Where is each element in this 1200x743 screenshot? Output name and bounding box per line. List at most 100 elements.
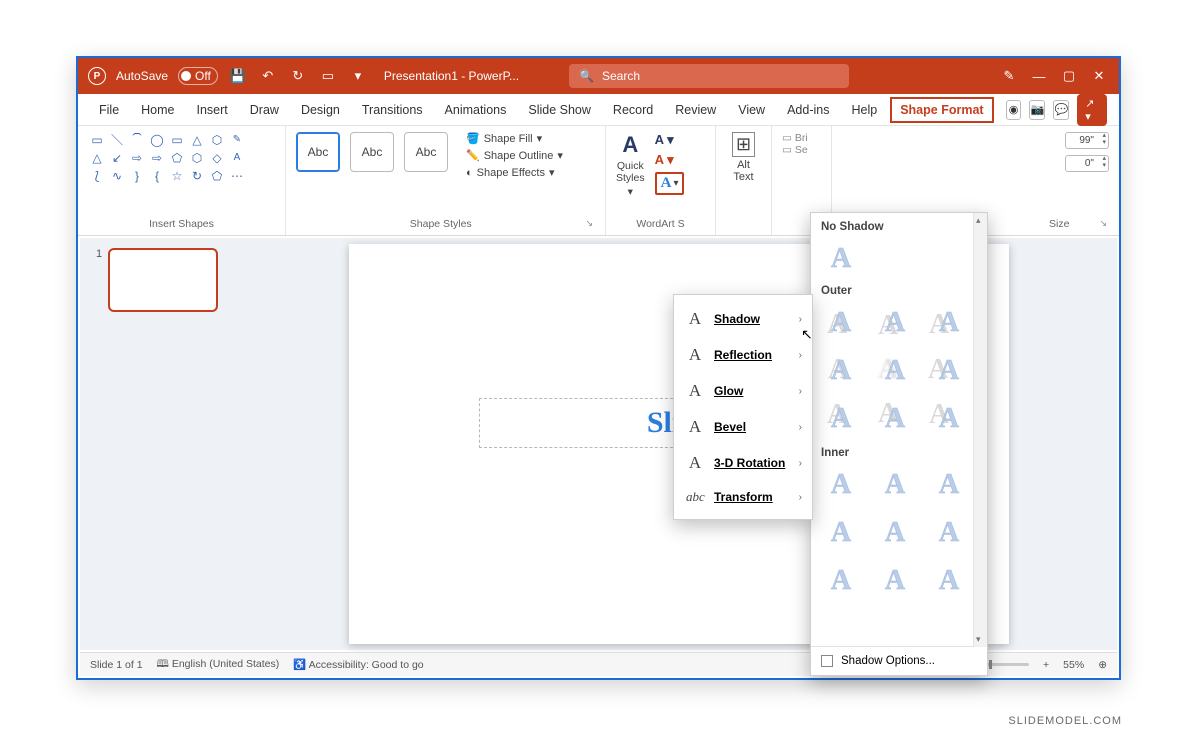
send-backward-button[interactable]: ▭ Se bbox=[782, 144, 821, 156]
app-window: P AutoSave Off 💾 ↶ ↻ ▭ ▾ Presentation1 -… bbox=[76, 56, 1121, 680]
inner-shadow-swatch[interactable]: A bbox=[875, 561, 915, 601]
inner-shadow-swatch[interactable]: A bbox=[821, 561, 861, 601]
text-effects-icon: A bbox=[661, 175, 672, 192]
submenu-3d-rotation[interactable]: A3-D Rotation› bbox=[674, 445, 812, 481]
shape-style-1[interactable]: Abc bbox=[296, 132, 340, 172]
comments-icon[interactable]: 💬 bbox=[1053, 100, 1069, 120]
quick-styles-button[interactable]: A Quick Styles▾ bbox=[616, 132, 645, 198]
inner-shadow-swatch[interactable]: A bbox=[929, 513, 969, 553]
group-label-shape-styles: Shape Styles bbox=[296, 218, 585, 233]
pen-icon[interactable]: ✎ bbox=[999, 68, 1019, 84]
outer-shadow-swatch[interactable]: A bbox=[875, 351, 915, 391]
record-button-icon[interactable]: ◉ bbox=[1006, 100, 1022, 120]
shape-style-3[interactable]: Abc bbox=[404, 132, 448, 172]
submenu-shadow[interactable]: AShadow› bbox=[674, 301, 812, 337]
inner-shadow-swatch[interactable]: A bbox=[875, 465, 915, 505]
slide-thumbnails-pane[interactable]: 1 bbox=[80, 238, 240, 650]
text-outline-button[interactable]: A ▾ bbox=[655, 152, 685, 168]
flyout-scrollbar[interactable] bbox=[973, 213, 987, 647]
inner-shadow-swatch[interactable]: A bbox=[929, 561, 969, 601]
mouse-cursor-icon: ↖ bbox=[801, 326, 813, 343]
shape-outline-button[interactable]: ✏️Shape Outline ▾ bbox=[466, 149, 563, 162]
zoom-in-icon[interactable]: + bbox=[1043, 659, 1049, 671]
tab-animations[interactable]: Animations bbox=[436, 97, 516, 123]
bucket-icon: 🪣 bbox=[466, 132, 480, 145]
tab-draw[interactable]: Draw bbox=[241, 97, 288, 123]
minimize-icon[interactable]: — bbox=[1029, 69, 1049, 84]
fit-to-window-icon[interactable]: ⊕ bbox=[1098, 659, 1107, 671]
shape-styles-launcher-icon[interactable]: ↘ bbox=[585, 218, 595, 233]
text-fill-button[interactable]: A ▾ bbox=[655, 132, 685, 148]
undo-icon[interactable]: ↶ bbox=[258, 68, 278, 84]
submenu-reflection[interactable]: AReflection› bbox=[674, 337, 812, 373]
shape-fill-button[interactable]: 🪣Shape Fill ▾ bbox=[466, 132, 563, 145]
bevel-icon: A bbox=[686, 417, 704, 437]
inner-shadow-swatch[interactable]: A bbox=[929, 465, 969, 505]
submenu-glow[interactable]: AGlow› bbox=[674, 373, 812, 409]
size-launcher-icon[interactable]: ↘ bbox=[1099, 218, 1109, 233]
redo-icon[interactable]: ↻ bbox=[288, 68, 308, 84]
shapes-gallery[interactable]: ▭＼⏠◯▭△⬡✎ △↙⇨⇨⬠⬡◇A ⟅∿}{☆↻⬠⋯ bbox=[88, 132, 275, 184]
shadow-icon: A bbox=[686, 309, 704, 329]
bring-forward-button[interactable]: ▭ Bri bbox=[782, 132, 821, 144]
maximize-icon[interactable]: ▢ bbox=[1059, 68, 1079, 84]
section-no-shadow: No Shadow bbox=[821, 221, 979, 233]
present-icon[interactable]: ▭ bbox=[318, 68, 338, 84]
titlebar: P AutoSave Off 💾 ↶ ↻ ▭ ▾ Presentation1 -… bbox=[78, 58, 1119, 94]
group-label-wordart: WordArt S bbox=[616, 218, 705, 233]
inner-shadow-swatch[interactable]: A bbox=[875, 513, 915, 553]
text-effects-submenu: AShadow› AReflection› AGlow› ABevel› A3-… bbox=[673, 294, 813, 520]
alt-text-button[interactable]: ⊞ Alt Text bbox=[726, 132, 761, 183]
shape-effects-button[interactable]: ◐Shape Effects ▾ bbox=[466, 166, 563, 179]
outer-shadow-swatch[interactable]: A bbox=[929, 399, 969, 439]
outer-shadow-swatch[interactable]: A bbox=[875, 303, 915, 343]
outer-shadow-swatch[interactable]: A bbox=[875, 399, 915, 439]
outer-shadow-swatch[interactable]: A bbox=[929, 351, 969, 391]
reflection-icon: A bbox=[686, 345, 704, 365]
outer-shadow-swatch[interactable]: A bbox=[929, 303, 969, 343]
tab-file[interactable]: File bbox=[90, 97, 128, 123]
slide-indicator[interactable]: Slide 1 of 1 bbox=[90, 659, 143, 671]
transform-icon: abc bbox=[686, 489, 704, 505]
submenu-bevel[interactable]: ABevel› bbox=[674, 409, 812, 445]
text-effects-button[interactable]: A▾ bbox=[655, 172, 685, 195]
shape-width-input[interactable]: 0" bbox=[1065, 155, 1109, 172]
save-icon[interactable]: 💾 bbox=[228, 68, 248, 84]
tab-view[interactable]: View bbox=[729, 97, 774, 123]
group-label-size: Size bbox=[1049, 218, 1069, 233]
no-shadow-swatch[interactable]: A bbox=[821, 239, 861, 279]
tab-design[interactable]: Design bbox=[292, 97, 349, 123]
camera-icon[interactable]: 📷 bbox=[1029, 100, 1045, 120]
accessibility-indicator[interactable]: ♿ Accessibility: Good to go bbox=[293, 658, 423, 671]
autosave-toggle[interactable]: Off bbox=[178, 67, 218, 85]
inner-shadow-swatch[interactable]: A bbox=[821, 513, 861, 553]
outer-shadow-swatch[interactable]: A bbox=[821, 399, 861, 439]
submenu-transform[interactable]: abcTransform› bbox=[674, 481, 812, 513]
shape-height-input[interactable]: 99" bbox=[1065, 132, 1109, 149]
tab-slideshow[interactable]: Slide Show bbox=[519, 97, 600, 123]
tab-insert[interactable]: Insert bbox=[188, 97, 237, 123]
shadow-options-button[interactable]: Shadow Options... bbox=[811, 646, 987, 675]
more-qat-icon[interactable]: ▾ bbox=[348, 68, 368, 84]
quick-styles-icon: A bbox=[622, 132, 638, 158]
search-icon: 🔍 bbox=[579, 69, 594, 83]
outline-icon: ✏️ bbox=[466, 149, 480, 162]
close-icon[interactable]: ✕ bbox=[1089, 68, 1109, 84]
tab-addins[interactable]: Add-ins bbox=[778, 97, 838, 123]
search-box[interactable]: 🔍 Search bbox=[569, 64, 849, 88]
tab-record[interactable]: Record bbox=[604, 97, 662, 123]
tab-shape-format[interactable]: Shape Format bbox=[890, 97, 993, 123]
watermark: SLIDEMODEL.COM bbox=[1008, 715, 1122, 727]
shape-style-2[interactable]: Abc bbox=[350, 132, 394, 172]
tab-home[interactable]: Home bbox=[132, 97, 183, 123]
tab-transitions[interactable]: Transitions bbox=[353, 97, 432, 123]
slide-thumbnail-1[interactable]: 1 bbox=[108, 248, 218, 312]
outer-shadow-swatch[interactable]: A bbox=[821, 303, 861, 343]
language-indicator[interactable]: 🕮 English (United States) bbox=[157, 656, 280, 674]
inner-shadow-swatch[interactable]: A bbox=[821, 465, 861, 505]
tab-help[interactable]: Help bbox=[842, 97, 886, 123]
outer-shadow-swatch[interactable]: A bbox=[821, 351, 861, 391]
zoom-value[interactable]: 55% bbox=[1063, 659, 1084, 671]
share-button[interactable]: ↗ ▾ bbox=[1077, 94, 1107, 126]
tab-review[interactable]: Review bbox=[666, 97, 725, 123]
